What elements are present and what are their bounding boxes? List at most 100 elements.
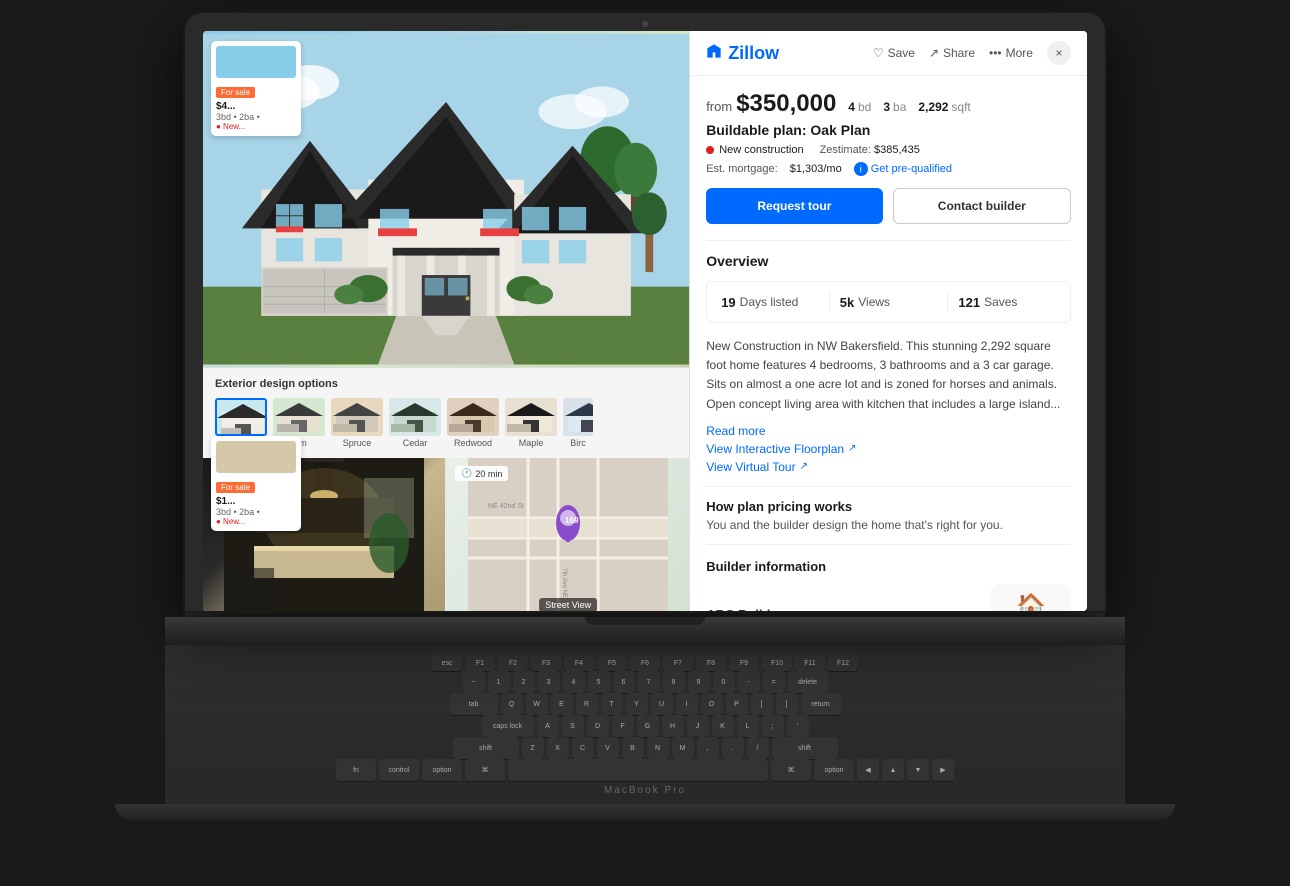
exterior-option-birch[interactable]: Birc — [563, 398, 593, 448]
action-buttons: Request tour Contact builder — [706, 188, 1071, 224]
exterior-option-maple-label: Maple — [519, 438, 544, 448]
exterior-thumb-birch — [563, 398, 593, 436]
key-equals: = — [763, 671, 785, 693]
key-arrow-l: ◀ — [857, 759, 879, 781]
key-shift-r: shift — [772, 737, 838, 759]
key-minus: - — [738, 671, 760, 693]
key-g: G — [637, 715, 659, 737]
mortgage-label: Est. mortgage: — [706, 163, 778, 175]
asdf-row: caps lock A S D F G H J K L ; ' — [195, 715, 1095, 737]
zillow-logo-icon — [706, 43, 722, 64]
key-p: P — [726, 693, 748, 715]
builder-name: ABC Builders — [706, 607, 815, 611]
key-l: L — [737, 715, 759, 737]
info-icon: i — [854, 162, 868, 176]
read-more-link[interactable]: Read more — [706, 424, 1071, 438]
prequalify-link[interactable]: i Get pre-qualified — [854, 162, 952, 176]
views-label: Views — [858, 295, 890, 309]
key-f6: F6 — [630, 655, 660, 671]
key-u: U — [651, 693, 673, 715]
bg-listing-1: For sale $4... 3bd • 2ba • ● New... — [211, 41, 301, 136]
key-f4: F4 — [564, 655, 594, 671]
key-f5: F5 — [597, 655, 627, 671]
key-fn: fn — [336, 759, 376, 781]
virtual-tour-link[interactable]: View Virtual Tour ↗ — [706, 460, 1071, 474]
key-return: return — [801, 693, 841, 715]
key-h: H — [662, 715, 684, 737]
beds-value: 4 — [848, 100, 855, 114]
key-3: 3 — [538, 671, 560, 693]
sqft-detail: 2,292 sqft — [918, 100, 970, 114]
contact-builder-button[interactable]: Contact builder — [893, 188, 1071, 224]
exterior-option-spruce[interactable]: Spruce — [331, 398, 383, 448]
beds-unit: bd — [858, 100, 871, 114]
key-arrow-r: ▶ — [932, 759, 954, 781]
key-quote: ' — [787, 715, 809, 737]
exterior-thumb-cedar — [389, 398, 441, 436]
builder-section: Builder information ABC Builders Call: (… — [706, 559, 1071, 611]
key-bracket-l: [ — [751, 693, 773, 715]
days-listed-stat: 19 Days listed — [721, 295, 819, 310]
close-button[interactable]: × — [1047, 41, 1071, 65]
divider-2 — [706, 486, 1071, 487]
key-9: 9 — [688, 671, 710, 693]
sqft-unit: sqft — [951, 100, 970, 114]
laptop-container: For sale $4... 3bd • 2ba • ● New... For … — [95, 13, 1195, 873]
key-a: A — [537, 715, 559, 737]
saves-value: 121 — [958, 295, 980, 310]
key-f: F — [612, 715, 634, 737]
exterior-option-redwood[interactable]: Redwood — [447, 398, 499, 448]
overview-title: Overview — [706, 253, 1071, 269]
left-panel: For sale $4... 3bd • 2ba • ● New... For … — [203, 31, 689, 611]
key-i: I — [676, 693, 698, 715]
listing-content: from $350,000 4 bd 3 ba — [690, 76, 1087, 611]
prequalify-label: Get pre-qualified — [871, 163, 952, 175]
key-t: T — [601, 693, 623, 715]
builder-info-title: Builder information — [706, 559, 1071, 574]
key-y: Y — [626, 693, 648, 715]
listing-price: $350,000 — [736, 90, 836, 118]
screen-inner: For sale $4... 3bd • 2ba • ● New... For … — [203, 31, 1087, 611]
builder-logo-house-icon: 🏠 — [1016, 592, 1046, 611]
right-panel: Zillow ♡ Save ↗ Share ••• Mor — [689, 31, 1087, 611]
key-v: V — [597, 737, 619, 759]
views-value: 5k — [840, 295, 854, 310]
floorplan-link[interactable]: View Interactive Floorplan ↗ — [706, 442, 1071, 456]
qwerty-row: tab Q W E R T Y U I O P [ ] return — [195, 693, 1095, 715]
laptop-base — [165, 617, 1125, 645]
key-command-l: ⌘ — [465, 759, 505, 781]
exterior-thumb-redwood — [447, 398, 499, 436]
request-tour-button[interactable]: Request tour — [706, 188, 882, 224]
key-q: Q — [501, 693, 523, 715]
exterior-thumb-oak — [215, 398, 267, 436]
keyboard-section: esc F1 F2 F3 F4 F5 F6 F7 F8 F9 F10 F11 F… — [165, 645, 1125, 804]
divider-1 — [706, 240, 1071, 241]
days-value: 19 — [721, 295, 735, 310]
status-label: New construction — [719, 144, 803, 156]
key-delete: delete — [788, 671, 828, 693]
pricing-desc: You and the builder design the home that… — [706, 518, 1071, 532]
exterior-option-cedar[interactable]: Cedar — [389, 398, 441, 448]
more-button[interactable]: ••• More — [989, 46, 1033, 60]
key-5: 5 — [588, 671, 610, 693]
bottom-key-row: fn control option ⌘ ⌘ option ◀ ▲ ▼ ▶ — [195, 759, 1095, 781]
key-n: N — [647, 737, 669, 759]
exterior-option-maple[interactable]: Maple — [505, 398, 557, 448]
key-f11: F11 — [795, 655, 825, 671]
save-label: Save — [888, 46, 915, 60]
divider-3 — [706, 544, 1071, 545]
key-f7: F7 — [663, 655, 693, 671]
key-f1: F1 — [465, 655, 495, 671]
key-w: W — [526, 693, 548, 715]
price-line: from $350,000 4 bd 3 ba — [706, 90, 1071, 118]
stats-row: 19 Days listed 5k Views 121 Saves — [706, 281, 1071, 323]
share-button[interactable]: ↗ Share — [929, 46, 975, 60]
for-sale-tag-2: For sale — [216, 482, 255, 493]
key-f12: F12 — [828, 655, 858, 671]
mortgage-row: Est. mortgage: $1,303/mo i Get pre-quali… — [706, 162, 1071, 176]
key-arrow-d: ▼ — [907, 759, 929, 781]
save-button[interactable]: ♡ Save — [873, 46, 915, 60]
key-control: control — [379, 759, 419, 781]
key-option-r: option — [814, 759, 854, 781]
key-0: 0 — [713, 671, 735, 693]
